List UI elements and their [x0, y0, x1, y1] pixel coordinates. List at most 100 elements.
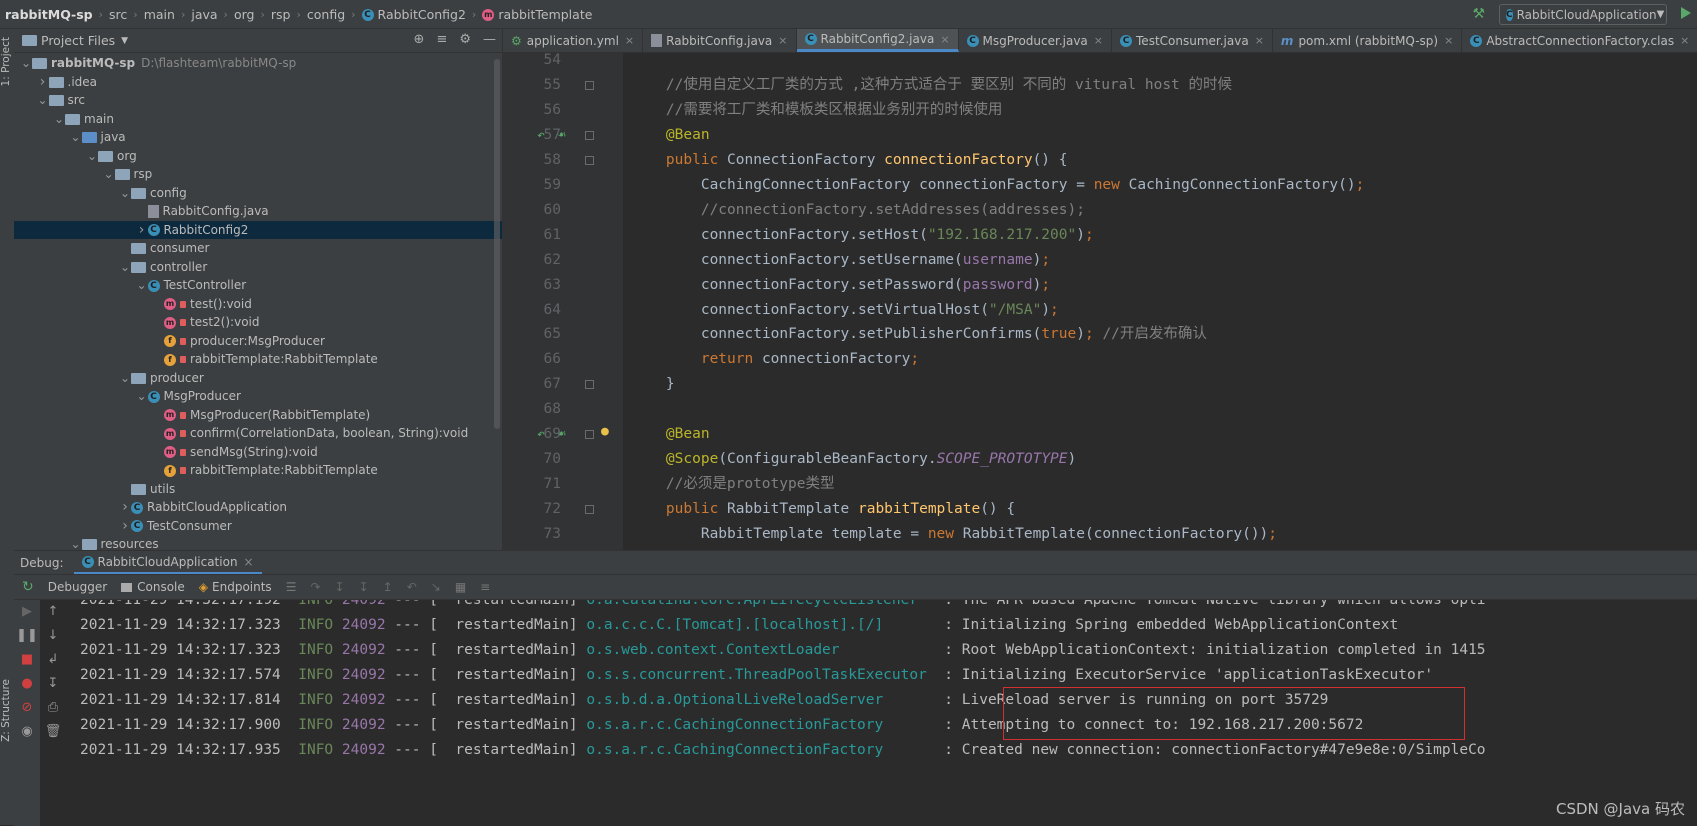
tree-item[interactable]: ⌄ rabbitMQ-sp D:\flashteam\rabbitMQ-sp	[14, 54, 508, 72]
expand-arrow-icon[interactable]: ⌄	[53, 110, 65, 128]
code-area[interactable]: 54 55 //使用自定义工厂类的方式 ,这种方式适合于 要区别 不同的 vitu…	[503, 53, 1697, 550]
spring-bean-icon[interactable]: ☙	[558, 123, 566, 148]
close-icon[interactable]: ×	[1444, 34, 1453, 47]
expand-arrow-icon[interactable]: ⌄	[103, 165, 115, 183]
editor-tab[interactable]: C MsgProducer.java ×	[959, 29, 1113, 52]
trace-icon[interactable]: ≡	[480, 580, 490, 594]
fold-icon[interactable]	[585, 80, 594, 90]
run-to-cursor-icon[interactable]: ↘	[431, 580, 441, 594]
field-icon: f	[164, 335, 176, 347]
collapse-arrow-icon[interactable]: ›	[119, 498, 131, 516]
build-hammer-icon[interactable]: ⚒	[1472, 6, 1485, 22]
project-tool-tab[interactable]: 1: Project	[0, 37, 12, 86]
editor-tab[interactable]: RabbitConfig.java ×	[643, 29, 797, 52]
close-icon[interactable]: ×	[1094, 34, 1103, 47]
project-panel-title[interactable]: Project Files	[41, 33, 115, 48]
tree-item[interactable]: › .idea	[14, 73, 525, 91]
fold-icon[interactable]	[585, 130, 594, 140]
rerun-icon[interactable]: ↻	[22, 579, 34, 595]
force-step-into-icon[interactable]: ↧	[359, 580, 369, 594]
collapse-arrow-icon[interactable]: ›	[136, 221, 148, 239]
debug-session-tab[interactable]: C RabbitCloudApplication ×	[73, 551, 262, 574]
method-icon: m	[482, 9, 495, 21]
fold-icon[interactable]	[585, 505, 594, 515]
structure-tool-tab[interactable]: Z: Structure	[0, 679, 12, 742]
expand-arrow-icon[interactable]: ⌄	[20, 54, 32, 72]
close-icon[interactable]: ×	[778, 34, 787, 47]
close-icon[interactable]: ×	[244, 555, 254, 569]
breadcrumb-item[interactable]: main	[144, 7, 175, 22]
tree-item[interactable]: ⌄ main	[14, 110, 541, 128]
pause-icon[interactable]: ❚❚	[14, 624, 40, 648]
field-icon: f	[164, 464, 176, 477]
drop-frame-icon[interactable]: ↶	[407, 580, 417, 594]
expand-arrow-icon[interactable]: ⌄	[136, 387, 148, 405]
fold-icon[interactable]	[585, 155, 594, 165]
lightbulb-icon[interactable]: ●	[601, 419, 609, 444]
field-icon: f	[164, 353, 176, 366]
debugger-tab[interactable]: Debugger	[48, 580, 107, 594]
tree-item[interactable]: ⌄ org	[14, 147, 574, 165]
evaluate-icon[interactable]: ▦	[455, 580, 466, 594]
breadcrumb-item[interactable]: rsp	[271, 7, 291, 22]
mute-breakpoints-icon[interactable]: ⊘	[14, 696, 40, 720]
run-icon[interactable]	[1681, 7, 1691, 19]
close-icon[interactable]: ×	[1255, 34, 1264, 47]
bean-navigation-icon[interactable]: ↶	[537, 123, 545, 148]
stop-icon[interactable]: ■	[14, 648, 40, 672]
expand-arrow-icon[interactable]: ⌄	[70, 128, 82, 146]
breadcrumb-item[interactable]: org	[234, 7, 255, 22]
menu-icon[interactable]: ☰	[286, 580, 297, 594]
endpoints-tab[interactable]: ◈ Endpoints	[199, 580, 272, 594]
locate-icon[interactable]: ⊕	[414, 32, 425, 47]
resume-icon[interactable]: ▶	[14, 600, 40, 624]
fold-icon[interactable]	[585, 430, 594, 440]
breadcrumb-item[interactable]: java	[191, 7, 217, 22]
step-out-icon[interactable]: ↥	[383, 580, 393, 594]
spring-bean-icon[interactable]: ☙	[558, 422, 566, 447]
code-text: public ConnectionFactory connectionFacto…	[665, 151, 1068, 168]
editor-tab-label: application.yml	[526, 33, 619, 48]
step-into-icon[interactable]: ↧	[335, 580, 345, 594]
collapse-all-icon[interactable]: ≡	[436, 32, 447, 47]
fold-icon[interactable]	[585, 380, 594, 390]
tree-item-label: controller	[150, 259, 208, 274]
step-over-icon[interactable]: ↷	[310, 580, 320, 594]
editor-tab[interactable]: ⚙ application.yml ×	[503, 29, 644, 52]
close-icon[interactable]: ×	[940, 33, 949, 46]
hide-icon[interactable]: —	[483, 32, 496, 47]
expand-arrow-icon[interactable]: ⌄	[119, 184, 131, 202]
close-icon[interactable]: ×	[625, 34, 634, 47]
project-scrollbar[interactable]	[494, 59, 500, 429]
tree-item[interactable]: ⌄ src	[14, 91, 525, 109]
code-text: @Bean	[665, 426, 710, 443]
tree-item[interactable]: ⌄ java	[14, 128, 558, 146]
breadcrumb-item[interactable]: src	[109, 7, 127, 22]
expand-arrow-icon[interactable]: ⌄	[136, 276, 148, 294]
gear-icon[interactable]: ⚙	[459, 32, 471, 47]
console-pid: 24092	[341, 691, 386, 708]
close-icon[interactable]: ×	[1680, 34, 1689, 47]
editor-tab[interactable]: m pom.xml (rabbitMQ-sp) ×	[1273, 29, 1463, 52]
collapse-arrow-icon[interactable]: ›	[119, 517, 131, 535]
breadcrumb-item[interactable]: C RabbitConfig2	[361, 7, 466, 22]
editor-tab[interactable]: C AbstractConnectionFactory.clas ×	[1462, 29, 1697, 52]
console-tab[interactable]: Console	[121, 580, 185, 594]
chevron-down-icon[interactable]: ▼	[121, 36, 128, 46]
expand-arrow-icon[interactable]: ⌄	[86, 147, 98, 165]
expand-arrow-icon[interactable]: ⌄	[119, 369, 131, 387]
expand-arrow-icon[interactable]: ⌄	[119, 258, 131, 276]
editor-tab[interactable]: C TestConsumer.java ×	[1112, 29, 1273, 52]
expand-arrow-icon[interactable]: ⌄	[37, 91, 49, 109]
breadcrumb-item[interactable]: config	[307, 7, 345, 22]
breadcrumb-item[interactable]: m rabbitTemplate	[482, 7, 592, 22]
breadcrumb-project[interactable]: rabbitMQ-sp	[5, 7, 93, 22]
camera-icon[interactable]: ◉	[14, 720, 40, 744]
console-logger: o.s.a.r.c.CachingConnectionFactory	[586, 741, 936, 758]
view-breakpoints-icon[interactable]: ●	[14, 672, 40, 696]
editor-tab[interactable]: C RabbitConfig2.java ×	[796, 29, 959, 52]
line-number: 65	[543, 326, 561, 343]
collapse-arrow-icon[interactable]: ›	[37, 73, 49, 91]
bean-navigation-icon[interactable]: ↶	[537, 422, 545, 447]
run-configuration-select[interactable]: C RabbitCloudApplication ▼	[1499, 4, 1667, 25]
